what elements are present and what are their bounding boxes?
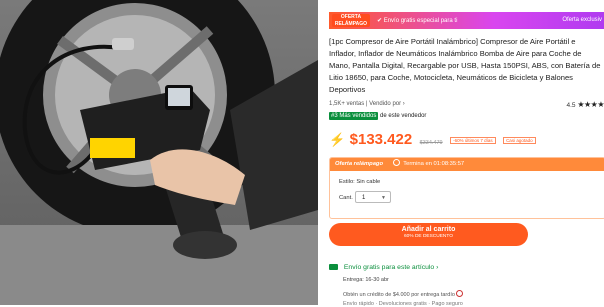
product-title: [1pc Compresor de Aire Portátil Inalámbr… xyxy=(329,37,601,94)
quantity-select[interactable]: 1 ▼ xyxy=(355,191,391,203)
rating-value: 4.5 xyxy=(566,102,576,109)
add-to-cart-label: Añadir al carrito xyxy=(401,226,456,233)
late-delivery-credit: Obtén un crédito de $4.000 por entrega t… xyxy=(343,290,464,298)
free-shipping-link[interactable]: Envío gratis para este artículo › xyxy=(329,264,438,271)
sales-text: 1,5K+ ventas | Vendido por xyxy=(329,101,402,107)
product-photo xyxy=(0,0,318,305)
bestseller-badge[interactable]: #3 Más vendidos de este vendedor xyxy=(329,112,427,120)
free-shipping-text: Envío gratis para este artículo xyxy=(343,264,435,271)
product-image[interactable] xyxy=(0,0,318,305)
flash-sale-line2: RELÁMPAGO xyxy=(334,20,368,27)
delivery-estimate: Entrega: 16-30 abr xyxy=(343,277,389,283)
flash-sale-badge: OFERTA RELÁMPAGO xyxy=(332,14,370,27)
star-icon: ★★★★ xyxy=(577,100,604,109)
bestseller-text: de este vendedor xyxy=(380,113,427,119)
free-shipping-banner-text: ✔ Envío gratis especial para ti xyxy=(377,18,458,24)
bestseller-tag: #3 Más vendidos xyxy=(329,112,379,120)
lightning-icon: ⚡ xyxy=(329,132,346,147)
almost-sold-chip: Casi agotado xyxy=(503,137,536,144)
sales-info: 1,5K+ ventas | Vendido por › xyxy=(329,101,405,107)
info-icon[interactable] xyxy=(456,290,464,297)
promo-banner: OFERTA RELÁMPAGO ✔ Envío gratis especial… xyxy=(329,12,604,29)
price-row: ⚡ $133.422 $334.479 -60% últimos 7 días … xyxy=(329,131,536,149)
late-delivery-credit-text: Obtén un crédito de $4.000 por entrega t… xyxy=(343,292,455,298)
quantity-label: Cant. xyxy=(339,195,353,201)
flash-sale-label: Oferta relámpago xyxy=(335,161,383,167)
clock-icon xyxy=(392,159,400,166)
style-option[interactable]: Estilo: Sin cable xyxy=(339,179,380,185)
add-to-cart-sublabel: 60% DE DESCUENTO xyxy=(404,234,453,239)
current-price: $133.422 xyxy=(349,131,413,148)
chevron-right-icon[interactable]: › xyxy=(403,101,405,107)
discount-chip: -60% últimos 7 días xyxy=(450,137,496,144)
flash-sale-box: Oferta relámpago Termina en 01:08:35:57 … xyxy=(329,157,604,219)
exclusive-offer-text[interactable]: Oferta exclusiv xyxy=(562,17,602,23)
flash-sale-header: Oferta relámpago Termina en 01:08:35:57 xyxy=(330,158,604,171)
chevron-right-icon: › xyxy=(436,264,439,271)
original-price: $334.479 xyxy=(419,140,443,146)
flash-sale-timer: Termina en 01:08:35:57 xyxy=(403,161,465,167)
add-to-cart-button[interactable]: Añadir al carrito 60% DE DESCUENTO xyxy=(329,223,528,246)
chevron-down-icon: ▼ xyxy=(381,195,386,201)
shipping-extra-info: Envío rápido · Devoluciones gratis · Pag… xyxy=(343,301,463,307)
truck-icon xyxy=(329,264,338,270)
quantity-value: 1 xyxy=(362,195,366,201)
rating[interactable]: 4.5 ★★★★ xyxy=(566,100,604,109)
product-panel: OFERTA RELÁMPAGO ✔ Envío gratis especial… xyxy=(329,0,604,307)
